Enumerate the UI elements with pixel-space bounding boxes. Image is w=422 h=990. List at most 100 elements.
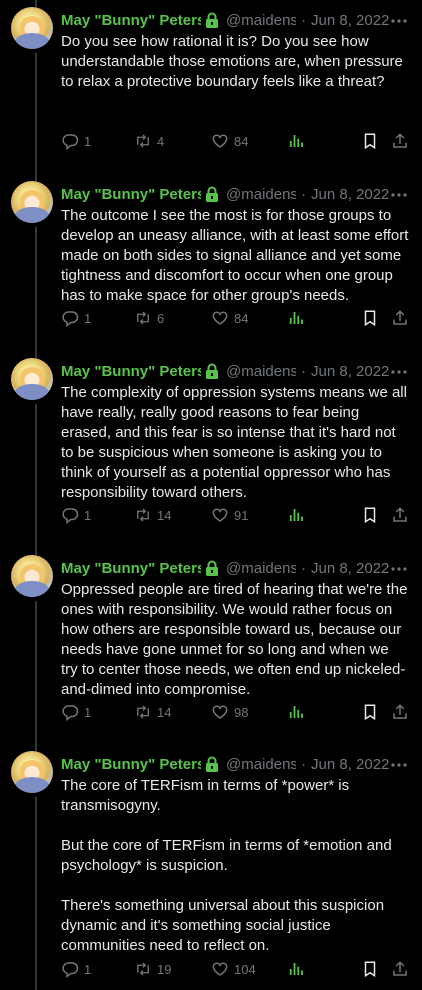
tweet-date[interactable]: Jun 8, 2022: [311, 363, 389, 380]
retweet-count: 14: [157, 704, 172, 720]
retweet-button[interactable]: 14: [134, 504, 171, 526]
tweet-date[interactable]: Jun 8, 2022: [311, 12, 389, 29]
like-button[interactable]: 91: [211, 504, 248, 526]
more-horizontal-icon[interactable]: [390, 756, 408, 774]
thread-connector: [35, 53, 37, 174]
thread-connector: [35, 601, 37, 744]
views-button[interactable]: [287, 701, 305, 723]
reply-button[interactable]: 1: [61, 504, 91, 526]
retweet-icon: [137, 705, 149, 719]
tweet[interactable]: May "Bunny" Peters @maidens · Jun 8, 202…: [0, 548, 422, 744]
views-bar-chart-icon: [289, 963, 303, 975]
reply-icon: [62, 311, 79, 327]
like-button[interactable]: 84: [211, 307, 248, 329]
reply-count: 1: [84, 133, 92, 149]
bookmark-button[interactable]: [361, 701, 379, 723]
like-count: 104: [234, 961, 256, 977]
retweet-count: 4: [157, 133, 165, 149]
views-button[interactable]: [287, 307, 305, 329]
author-name[interactable]: May "Bunny" Peters: [61, 186, 201, 203]
retweet-count: 6: [157, 310, 165, 326]
reply-icon: [62, 962, 79, 978]
reply-count: 1: [84, 310, 92, 326]
author-handle[interactable]: @maidens: [226, 560, 296, 577]
retweet-icon: [137, 508, 149, 522]
like-button[interactable]: 98: [211, 701, 248, 723]
retweet-icon: [137, 962, 149, 976]
retweet-button[interactable]: 6: [134, 307, 164, 329]
more-horizontal-icon[interactable]: [390, 363, 408, 381]
bookmark-button[interactable]: [361, 958, 379, 980]
views-bar-chart-icon: [289, 135, 303, 147]
bookmark-icon: [364, 704, 376, 721]
reply-button[interactable]: 1: [61, 307, 91, 329]
author-name[interactable]: May "Bunny" Peters: [61, 363, 201, 380]
reply-count: 1: [84, 704, 92, 720]
thread-connector: [35, 744, 37, 751]
views-button[interactable]: [287, 504, 305, 526]
bookmark-button[interactable]: [361, 504, 379, 526]
author-handle[interactable]: @maidens: [226, 756, 296, 773]
share-icon: [393, 310, 407, 325]
lock-icon: [206, 363, 218, 379]
more-horizontal-icon[interactable]: [390, 186, 408, 204]
tweet[interactable]: May "Bunny" Peters @maidens · Jun 8, 202…: [0, 174, 422, 351]
reply-icon: [62, 705, 79, 721]
avatar[interactable]: [11, 358, 53, 400]
tweet[interactable]: May "Bunny" Peters @maidens · Jun 8, 202…: [0, 0, 422, 174]
heart-icon: [212, 705, 228, 719]
views-button[interactable]: [287, 958, 305, 980]
reply-button[interactable]: 1: [61, 958, 91, 980]
tweet-header: May "Bunny" Peters @maidens · Jun 8, 202…: [61, 10, 414, 30]
thread-connector: [35, 227, 37, 351]
like-button[interactable]: 104: [211, 958, 256, 980]
share-button[interactable]: [391, 307, 409, 329]
tweet[interactable]: May "Bunny" Peters @maidens · Jun 8, 202…: [0, 744, 422, 990]
author-handle[interactable]: @maidens: [226, 186, 296, 203]
reply-button[interactable]: 1: [61, 701, 91, 723]
more-horizontal-icon[interactable]: [390, 560, 408, 578]
thread-connector: [35, 351, 37, 358]
tweet-date[interactable]: Jun 8, 2022: [311, 186, 389, 203]
reply-icon: [62, 508, 79, 524]
avatar[interactable]: [11, 7, 53, 49]
share-button[interactable]: [391, 958, 409, 980]
retweet-icon: [137, 134, 149, 148]
thread-connector: [35, 797, 37, 990]
thread-timeline: May "Bunny" Peters @maidens · Jun 8, 202…: [0, 0, 422, 990]
views-button[interactable]: [287, 130, 305, 152]
more-horizontal-icon[interactable]: [390, 12, 408, 30]
share-button[interactable]: [391, 504, 409, 526]
share-button[interactable]: [391, 701, 409, 723]
author-name[interactable]: May "Bunny" Peters: [61, 756, 201, 773]
share-icon: [393, 507, 407, 522]
tweet[interactable]: May "Bunny" Peters @maidens · Jun 8, 202…: [0, 351, 422, 548]
retweet-button[interactable]: 19: [134, 958, 171, 980]
tweet-header: May "Bunny" Peters @maidens · Jun 8, 202…: [61, 558, 414, 578]
author-handle[interactable]: @maidens: [226, 363, 296, 380]
bookmark-button[interactable]: [361, 130, 379, 152]
retweet-button[interactable]: 4: [134, 130, 164, 152]
avatar[interactable]: [11, 751, 53, 793]
thread-connector: [35, 548, 37, 555]
bookmark-button[interactable]: [361, 307, 379, 329]
author-name[interactable]: May "Bunny" Peters: [61, 560, 201, 577]
share-icon: [393, 704, 407, 719]
retweet-icon: [137, 311, 149, 325]
tweet-text: The core of TERFism in terms of *power* …: [61, 777, 392, 954]
author-name[interactable]: May "Bunny" Peters: [61, 12, 201, 29]
share-button[interactable]: [391, 130, 409, 152]
avatar[interactable]: [11, 181, 53, 223]
views-bar-chart-icon: [289, 706, 303, 718]
retweet-button[interactable]: 14: [134, 701, 171, 723]
like-button[interactable]: 84: [211, 130, 248, 152]
tweet-date[interactable]: Jun 8, 2022: [311, 560, 389, 577]
tweet-actions: 1 14 98: [61, 701, 414, 723]
tweet-date[interactable]: Jun 8, 2022: [311, 756, 389, 773]
lock-icon: [206, 186, 218, 202]
bookmark-icon: [364, 961, 376, 978]
share-icon: [393, 133, 407, 148]
author-handle[interactable]: @maidens: [226, 12, 296, 29]
avatar[interactable]: [11, 555, 53, 597]
reply-button[interactable]: 1: [61, 130, 91, 152]
